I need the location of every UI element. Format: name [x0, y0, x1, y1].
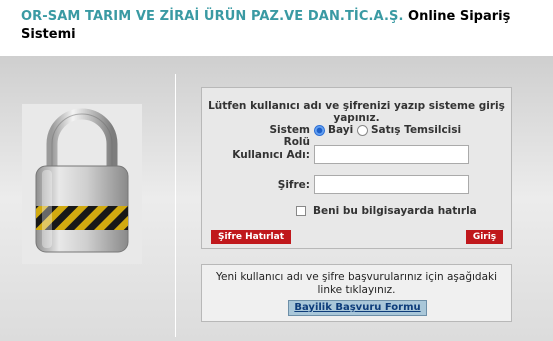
forgot-password-button[interactable]: Şifre Hatırlat	[211, 230, 291, 244]
header: OR-SAM TARIM VE ZİRAİ ÜRÜN PAZ.VE DAN.Tİ…	[0, 0, 553, 56]
info-text: Yeni kullanıcı adı ve şifre başvuruların…	[215, 271, 498, 296]
padlock-graphic	[35, 108, 129, 253]
login-form: Lütfen kullanıcı adı ve şifrenizi yazıp …	[201, 87, 512, 249]
role-option-sales[interactable]: Satış Temsilcisi	[371, 124, 461, 136]
role-label: Sistem Rolü	[269, 124, 311, 148]
info-box: Yeni kullanıcı adı ve şifre başvuruların…	[201, 264, 512, 322]
password-input[interactable]	[314, 175, 469, 194]
role-radio-bayi[interactable]	[314, 125, 325, 136]
remember-checkbox[interactable]	[296, 206, 306, 216]
company-name: OR-SAM TARIM VE ZİRAİ ÜRÜN PAZ.VE DAN.Tİ…	[21, 9, 404, 24]
role-radio-sales[interactable]	[357, 125, 368, 136]
username-input[interactable]	[314, 145, 469, 164]
padlock-icon	[22, 104, 142, 264]
vertical-divider	[175, 74, 176, 337]
role-option-bayi[interactable]: Bayi	[328, 124, 353, 136]
page-title: OR-SAM TARIM VE ZİRAİ ÜRÜN PAZ.VE DAN.Tİ…	[21, 8, 541, 44]
apply-form-button[interactable]: Bayilik Başvuru Formu	[288, 300, 427, 316]
login-prompt: Lütfen kullanıcı adı ve şifrenizi yazıp …	[208, 100, 505, 124]
password-label: Şifre:	[277, 179, 310, 191]
remember-label[interactable]: Beni bu bilgisayarda hatırla	[313, 205, 477, 217]
login-button[interactable]: Giriş	[466, 230, 503, 244]
login-stage: Lütfen kullanıcı adı ve şifrenizi yazıp …	[0, 56, 553, 341]
username-label: Kullanıcı Adı:	[232, 149, 310, 161]
